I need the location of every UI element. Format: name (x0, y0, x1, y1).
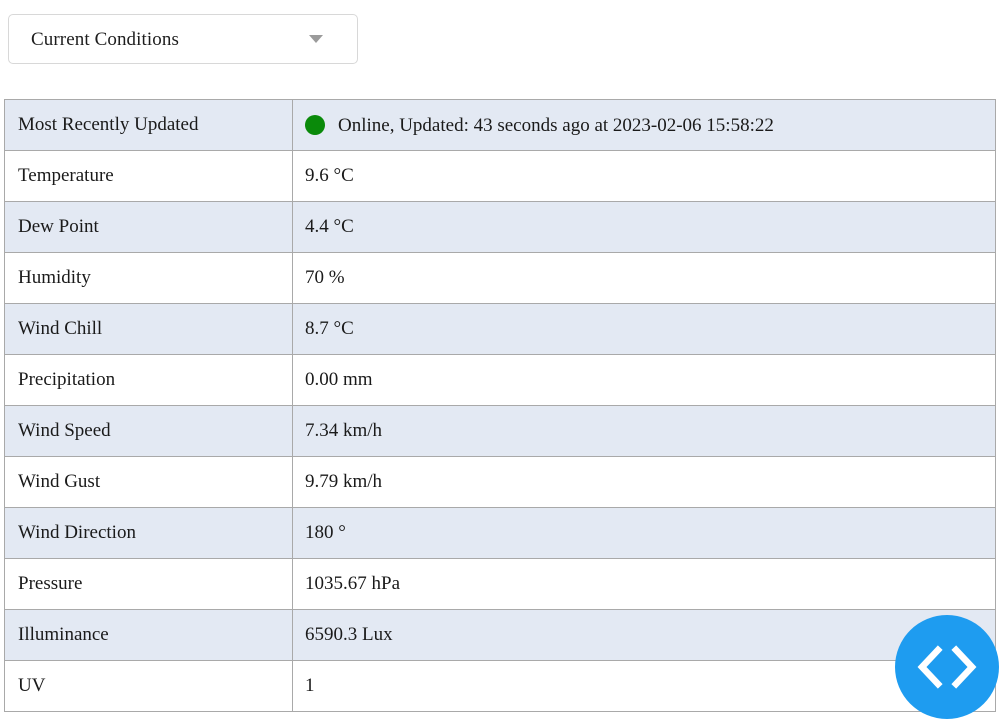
status-badge: Online, Updated: 43 seconds ago at 2023-… (305, 101, 995, 150)
view-selector-container[interactable]: Current Conditions (8, 14, 358, 64)
row-value: 4.4 °C (292, 201, 996, 253)
table-row: Wind Direction 180 ° (4, 507, 996, 559)
row-label: Illuminance (4, 609, 293, 661)
current-conditions-table: Most Recently Updated Online, Updated: 43… (4, 99, 996, 712)
chevron-down-icon (309, 35, 323, 43)
prev-next-nav-button[interactable] (895, 615, 999, 719)
row-value: Online, Updated: 43 seconds ago at 2023-… (292, 99, 996, 151)
row-label: Most Recently Updated (4, 99, 293, 151)
table-row: Precipitation 0.00 mm (4, 354, 996, 406)
view-selector-value: Current Conditions (31, 28, 179, 50)
row-label: Temperature (4, 150, 293, 202)
table-row: Illuminance 6590.3 Lux (4, 609, 996, 661)
table-row: Pressure 1035.67 hPa (4, 558, 996, 610)
table-row: Humidity 70 % (4, 252, 996, 304)
row-label: Pressure (4, 558, 293, 610)
row-label: Humidity (4, 252, 293, 304)
row-value: 9.6 °C (292, 150, 996, 202)
chevron-right-icon (951, 645, 977, 689)
row-label: Dew Point (4, 201, 293, 253)
row-value: 9.79 km/h (292, 456, 996, 508)
view-selector[interactable]: Current Conditions (8, 14, 358, 64)
status-text: Online, Updated: 43 seconds ago at 2023-… (338, 114, 774, 136)
table-row: UV 1 (4, 660, 996, 712)
row-value: 1 (292, 660, 996, 712)
row-label: Wind Gust (4, 456, 293, 508)
row-value: 1035.67 hPa (292, 558, 996, 610)
online-status-dot (305, 115, 325, 135)
row-label: Precipitation (4, 354, 293, 406)
table-row: Most Recently Updated Online, Updated: 43… (4, 99, 996, 151)
row-value: 6590.3 Lux (292, 609, 996, 661)
row-value: 8.7 °C (292, 303, 996, 355)
row-label: Wind Speed (4, 405, 293, 457)
row-label: UV (4, 660, 293, 712)
table-row: Temperature 9.6 °C (4, 150, 996, 202)
table-row: Dew Point 4.4 °C (4, 201, 996, 253)
table-row: Wind Gust 9.79 km/h (4, 456, 996, 508)
row-value: 0.00 mm (292, 354, 996, 406)
row-value: 7.34 km/h (292, 405, 996, 457)
chevron-left-icon (917, 645, 943, 689)
row-label: Wind Chill (4, 303, 293, 355)
row-value: 180 ° (292, 507, 996, 559)
row-value: 70 % (292, 252, 996, 304)
table-row: Wind Speed 7.34 km/h (4, 405, 996, 457)
table-row: Wind Chill 8.7 °C (4, 303, 996, 355)
row-label: Wind Direction (4, 507, 293, 559)
